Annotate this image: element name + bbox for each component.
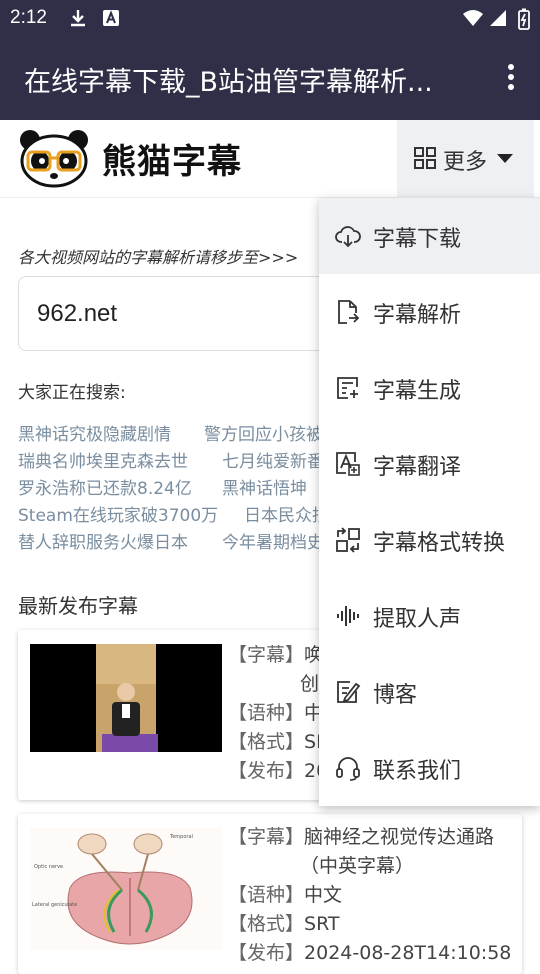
app-bar: 在线字幕下载_B站油管字幕解析... xyxy=(0,38,540,120)
subtitle-card[interactable]: Optic nerve Lateral geniculate Temporal … xyxy=(18,814,522,974)
svg-text:Lateral geniculate: Lateral geniculate xyxy=(32,902,77,908)
subtitle-published: 【发布】2024-08-28T14:10:58 xyxy=(228,942,512,964)
status-time: 2:12 xyxy=(10,7,47,28)
cellular-signal-icon xyxy=(488,8,508,32)
menu-item-label: 字幕翻译 xyxy=(373,455,462,480)
subtitle-title-line2: （中英字幕） xyxy=(300,855,415,877)
subtitle-title: 【字幕】脑神经之视觉传达通路 xyxy=(228,826,495,848)
cloud-download-icon xyxy=(335,223,361,249)
more-label: 更多 xyxy=(443,150,488,175)
panda-logo[interactable] xyxy=(18,128,90,188)
hot-search-link[interactable]: 替人辞职服务火爆日本 xyxy=(18,528,188,553)
site-header: 熊猫字幕 更多 xyxy=(0,120,540,198)
menu-item-label: 博客 xyxy=(373,683,418,708)
subtitle-title: 【字幕】唤 xyxy=(228,644,324,666)
menu-item-subtitle-parse[interactable]: 字幕解析 xyxy=(319,274,540,350)
menu-item-label: 字幕解析 xyxy=(373,303,462,328)
wifi-icon xyxy=(462,8,484,32)
menu-item-label: 联系我们 xyxy=(373,759,462,784)
menu-item-format-convert[interactable]: 字幕格式转换 xyxy=(319,502,540,578)
url-input-value: 962.net xyxy=(37,300,118,327)
section-title: 最新发布字幕 xyxy=(18,594,138,618)
subtitle-title-line2: 创 xyxy=(300,673,320,695)
subtitle-language: 【语种】中 xyxy=(228,702,324,724)
hot-search-link[interactable]: 黑神话究极隐藏剧情 xyxy=(18,420,171,445)
video-thumbnail xyxy=(30,644,222,752)
menu-item-subtitle-download[interactable]: 字幕下载 xyxy=(319,198,540,274)
menu-item-extract-voice[interactable]: 提取人声 xyxy=(319,578,540,654)
hot-search-link[interactable]: 警方回应小孩被 xyxy=(204,420,323,445)
menu-item-blog[interactable]: 博客 xyxy=(319,654,540,730)
menu-item-subtitle-generate[interactable]: 字幕生成 xyxy=(319,350,540,426)
status-bar: 2:12 xyxy=(0,0,540,38)
menu-item-contact-us[interactable]: 联系我们 xyxy=(319,730,540,806)
menu-item-label: 字幕下载 xyxy=(373,227,462,252)
hot-search-link[interactable]: 罗永浩称已还款8.24亿 xyxy=(18,474,192,499)
more-options-icon[interactable] xyxy=(504,64,518,94)
hot-search-label: 大家正在搜索: xyxy=(18,383,126,403)
headset-icon xyxy=(335,755,361,781)
hot-search-link[interactable]: Steam在线玩家破3700万 xyxy=(18,501,218,526)
hot-search-link[interactable]: 瑞典名帅埃里克森去世 xyxy=(18,447,188,472)
blog-edit-icon xyxy=(335,679,361,705)
caret-down-icon xyxy=(497,154,513,163)
hot-search-link[interactable]: 日本民众抵 xyxy=(244,501,329,526)
svg-text:Temporal: Temporal xyxy=(169,834,193,840)
menu-item-label: 字幕格式转换 xyxy=(373,531,506,556)
translate-icon xyxy=(335,451,361,477)
subtitle-generate-icon xyxy=(335,375,361,401)
app-notification-icon xyxy=(102,8,120,32)
menu-item-subtitle-translate[interactable]: 字幕翻译 xyxy=(319,426,540,502)
battery-icon xyxy=(518,8,530,34)
hot-search-link[interactable]: 七月纯爱新番 xyxy=(222,447,324,472)
hot-search-link[interactable]: 今年暑期档史 xyxy=(222,528,324,553)
svg-text:Optic nerve: Optic nerve xyxy=(34,864,63,870)
page-title: 在线字幕下载_B站油管字幕解析... xyxy=(24,67,433,98)
video-thumbnail: Optic nerve Lateral geniculate Temporal xyxy=(30,828,222,950)
logo-text: 熊猫字幕 xyxy=(102,142,242,182)
format-convert-icon xyxy=(335,527,361,553)
menu-item-label: 提取人声 xyxy=(373,607,462,632)
download-icon xyxy=(68,8,88,32)
redirect-notice[interactable]: 各大视频网站的字幕解析请移步至>>> xyxy=(18,244,298,268)
subtitle-published: 【发布】20 xyxy=(228,760,329,782)
voice-wave-icon xyxy=(335,603,361,629)
more-menu-button[interactable]: 更多 xyxy=(397,120,534,198)
more-dropdown-menu: 字幕下载 字幕解析 字幕生成 字幕翻译 字幕格式转换 提取人声 博客 联系我们 xyxy=(319,198,540,806)
grid-icon xyxy=(414,147,436,173)
subtitle-format: 【格式】SRT xyxy=(228,913,340,935)
file-parse-icon xyxy=(335,299,361,325)
hot-search-link[interactable]: 黑神话悟坤 xyxy=(222,474,307,499)
subtitle-language: 【语种】中文 xyxy=(228,884,343,906)
menu-item-label: 字幕生成 xyxy=(373,379,462,404)
